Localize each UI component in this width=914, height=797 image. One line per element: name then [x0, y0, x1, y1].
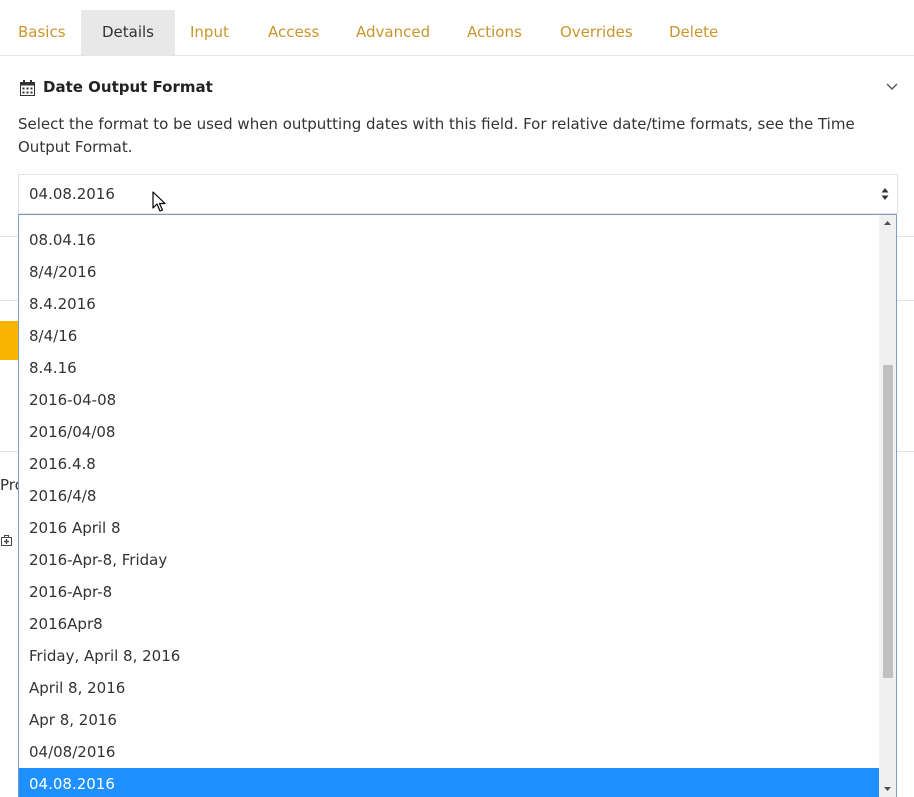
dropdown-option[interactable]: 08.04.16	[19, 224, 880, 256]
dropdown-option[interactable]: Friday, April 8, 2016	[19, 640, 880, 672]
dropdown-option[interactable]: 8.4.2016	[19, 288, 880, 320]
date-format-select[interactable]: 04.08.2016	[18, 174, 898, 214]
dropdown-scrollbar[interactable]	[879, 215, 896, 797]
field-settings-page: Basics Details Input Access Advanced Act…	[0, 0, 914, 797]
background-divider	[0, 236, 18, 237]
tab-access[interactable]: Access	[268, 10, 319, 55]
select-arrows-icon	[881, 188, 889, 200]
tab-advanced[interactable]: Advanced	[356, 10, 430, 55]
chevron-down-icon[interactable]	[886, 82, 898, 92]
tab-overrides[interactable]: Overrides	[560, 10, 633, 55]
dropdown-option[interactable]: 2016Apr8	[19, 608, 880, 640]
background-divider	[897, 236, 914, 237]
dropdown-option[interactable]: 2016-Apr-8, Friday	[19, 544, 880, 576]
mouse-cursor-icon	[152, 191, 166, 212]
background-divider	[0, 300, 18, 301]
scroll-thumb[interactable]	[883, 365, 893, 678]
dropdown-option[interactable]: 2016 April 8	[19, 512, 880, 544]
tab-details[interactable]: Details	[81, 10, 176, 55]
tab-actions[interactable]: Actions	[467, 10, 522, 55]
dropdown-option[interactable]: 8.4.16	[19, 352, 880, 384]
background-divider	[897, 451, 914, 452]
date-output-format-header[interactable]: Date Output Format	[18, 76, 898, 100]
dropdown-option[interactable]: 8/4/16	[19, 320, 880, 352]
dropdown-option[interactable]: 2016-04-08	[19, 384, 880, 416]
calendar-icon	[20, 80, 35, 96]
tab-delete[interactable]: Delete	[669, 10, 718, 55]
dropdown-option[interactable]: April 8, 2016	[19, 672, 880, 704]
background-divider	[897, 300, 914, 301]
field-description: Select the format to be used when output…	[18, 115, 855, 156]
date-format-dropdown[interactable]: 08.04.16 8/4/2016 8.4.2016 8/4/16 8.4.16 2016…	[18, 214, 897, 797]
background-divider	[0, 451, 18, 452]
tab-input[interactable]: Input	[190, 10, 229, 55]
scroll-up-arrow-icon[interactable]	[879, 215, 896, 232]
dropdown-option[interactable]: 2016/04/08	[19, 416, 880, 448]
scroll-down-arrow-icon[interactable]	[879, 780, 896, 797]
dropdown-option[interactable]: Apr 8, 2016	[19, 704, 880, 736]
dropdown-option[interactable]: 2016/4/8	[19, 480, 880, 512]
section-title: Date Output Format	[43, 78, 213, 96]
select-value: 04.08.2016	[29, 185, 115, 203]
dropdown-option[interactable]: 8/4/2016	[19, 256, 880, 288]
medical-bag-icon	[1, 535, 12, 546]
dropdown-option[interactable]: 04/08/2016	[19, 736, 880, 768]
dropdown-option-selected[interactable]: 04.08.2016	[19, 768, 880, 797]
dropdown-option[interactable]: 2016.4.8	[19, 448, 880, 480]
background-orange-button	[0, 321, 18, 360]
tab-basics[interactable]: Basics	[18, 10, 66, 55]
dropdown-option[interactable]: 2016-Apr-8	[19, 576, 880, 608]
settings-tabs: Basics Details Input Access Advanced Act…	[0, 0, 914, 56]
